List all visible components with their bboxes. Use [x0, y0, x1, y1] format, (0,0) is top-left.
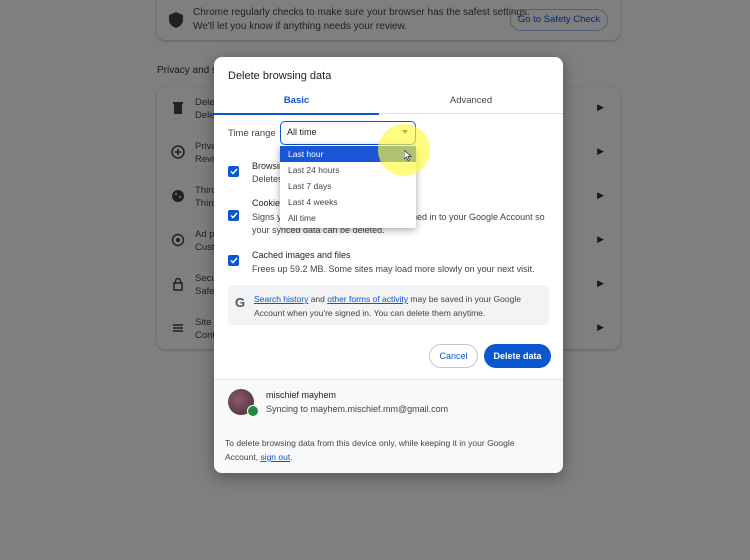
info-line-2: Account when you're signed in. You can d… — [254, 308, 486, 318]
account-name: mischief mayhem — [266, 390, 337, 400]
cached-images-title: Cached images and files — [252, 250, 351, 260]
account-section: mischief mayhem Syncing to mayhem.mischi… — [214, 379, 563, 473]
sync-icon — [247, 405, 259, 417]
check-icon — [229, 257, 238, 264]
delete-data-button[interactable]: Delete data — [484, 344, 551, 368]
cancel-button[interactable]: Cancel — [429, 344, 478, 368]
option-last-7-days[interactable]: Last 7 days — [280, 178, 416, 194]
cookies-desc-tail: ned in to your Google Account so — [412, 212, 545, 222]
tab-basic[interactable]: Basic — [214, 92, 379, 115]
search-history-link[interactable]: Search history — [254, 294, 308, 304]
option-last-4-weeks[interactable]: Last 4 weeks — [280, 194, 416, 210]
time-range-label: Time range — [228, 128, 276, 139]
cookies-checkbox[interactable] — [228, 210, 239, 221]
google-activity-info: G Search history and other forms of acti… — [228, 285, 549, 325]
cookies-title: Cookie — [252, 198, 281, 208]
delete-browsing-data-dialog: Delete browsing data Basic Advanced Time… — [214, 57, 563, 473]
sign-out-link[interactable]: sign out — [260, 452, 290, 462]
google-logo-icon: G — [235, 295, 246, 310]
cached-images-checkbox[interactable] — [228, 255, 239, 266]
cookies-desc-start: Signs y — [252, 212, 282, 222]
other-activity-link[interactable]: other forms of activity — [327, 294, 408, 304]
tab-advanced[interactable]: Advanced — [379, 92, 563, 114]
browsing-history-desc: Deletes — [252, 174, 283, 184]
browsing-history-checkbox[interactable] — [228, 166, 239, 177]
dialog-title: Delete browsing data — [228, 70, 332, 82]
time-range-value: All time — [287, 127, 317, 137]
account-sync-status: Syncing to mayhem.mischief.mm@gmail.com — [266, 404, 449, 414]
tab-bar: Basic Advanced — [214, 92, 563, 115]
footer-note: To delete browsing data from this device… — [225, 438, 515, 462]
mouse-pointer-icon — [404, 150, 412, 161]
check-icon — [229, 168, 238, 175]
check-icon — [229, 212, 238, 219]
option-all-time[interactable]: All time — [280, 210, 416, 226]
cached-images-desc: Frees up 59.2 MB. Some sites may load mo… — [252, 264, 535, 274]
